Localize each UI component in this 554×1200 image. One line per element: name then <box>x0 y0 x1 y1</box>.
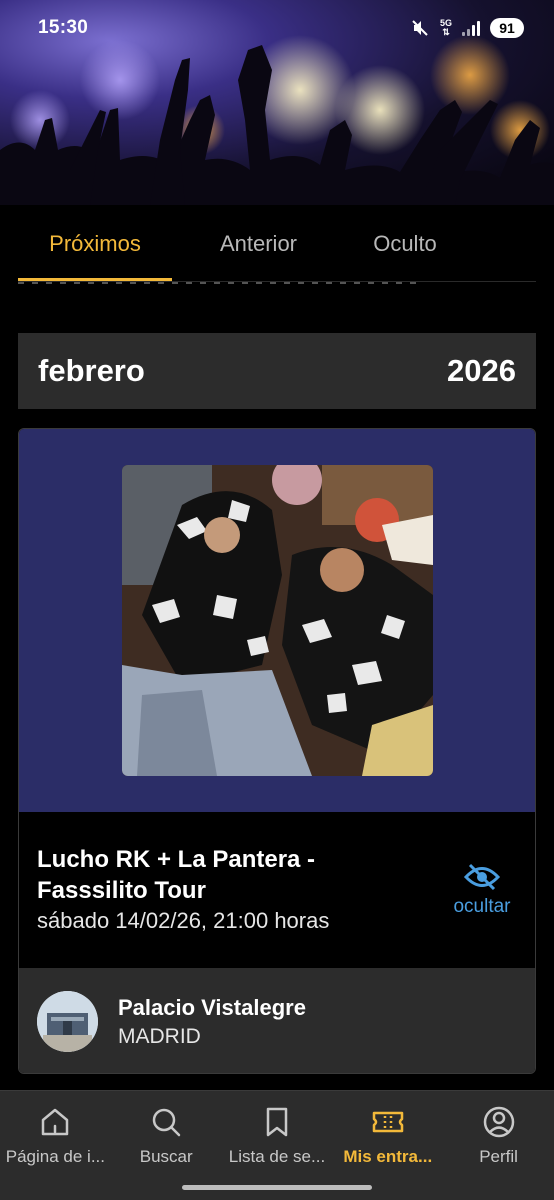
nav-saved-list-label: Lista de se... <box>228 1147 326 1166</box>
nav-saved-list[interactable]: Lista de se... <box>222 1091 333 1200</box>
month-label: febrero <box>38 353 145 388</box>
venue-image <box>37 991 98 1052</box>
mute-icon <box>412 20 428 36</box>
status-bar: 15:30 5G ⇅ 91 <box>0 0 554 56</box>
venue-city: MADRID <box>118 1025 201 1048</box>
ticket-tabs: Próximos Anterior Oculto <box>0 205 554 282</box>
venue-row[interactable]: Palacio Vistalegre MADRID <box>19 968 535 1073</box>
nav-my-tickets[interactable]: Mis entra... <box>332 1091 443 1200</box>
tab-upcoming[interactable]: Próximos <box>0 205 190 282</box>
nav-profile-label: Perfil <box>479 1147 518 1166</box>
nav-home-label: Página de i... <box>5 1147 106 1166</box>
home-indicator[interactable] <box>182 1185 372 1190</box>
bottom-navigation: Página de i... Buscar Lista de se... Mis… <box>0 1090 554 1200</box>
nav-profile[interactable]: Perfil <box>443 1091 554 1200</box>
status-time: 15:30 <box>38 17 89 38</box>
nav-search[interactable]: Buscar <box>111 1091 222 1200</box>
battery-icon: 91 <box>490 18 524 38</box>
event-details: Lucho RK + La Pantera - Fasssilito Tour … <box>19 812 535 968</box>
profile-icon <box>483 1106 514 1138</box>
eye-off-icon <box>464 863 500 891</box>
nav-search-label: Buscar <box>139 1147 193 1166</box>
nav-home[interactable]: Página de i... <box>0 1091 111 1200</box>
event-card[interactable]: Lucho RK + La Pantera - Fasssilito Tour … <box>18 428 536 1074</box>
hide-event-button[interactable]: ocultar <box>447 862 517 918</box>
nav-my-tickets-label: Mis entra... <box>343 1147 433 1166</box>
network-indicator: 5G ⇅ <box>440 19 452 37</box>
hide-event-label: ocultar <box>453 896 511 917</box>
search-icon <box>152 1108 181 1137</box>
home-icon <box>42 1108 69 1136</box>
tab-hidden[interactable]: Oculto <box>327 205 483 282</box>
month-header: febrero 2026 <box>18 333 536 409</box>
venue-name: Palacio Vistalegre <box>118 995 306 1020</box>
event-cover-image <box>122 465 433 776</box>
event-datetime: sábado 14/02/26, 21:00 horas <box>37 908 330 933</box>
year-label: 2026 <box>447 353 516 388</box>
signal-icon <box>462 20 480 36</box>
scrolled-content-edge <box>18 282 418 286</box>
data-arrows-icon: ⇅ <box>442 27 450 37</box>
event-title[interactable]: Lucho RK + La Pantera - Fasssilito Tour <box>37 844 417 906</box>
tab-past[interactable]: Anterior <box>190 205 327 282</box>
ticket-icon <box>372 1111 404 1133</box>
event-artwork-panel <box>19 429 535 812</box>
bookmark-icon <box>266 1107 288 1137</box>
